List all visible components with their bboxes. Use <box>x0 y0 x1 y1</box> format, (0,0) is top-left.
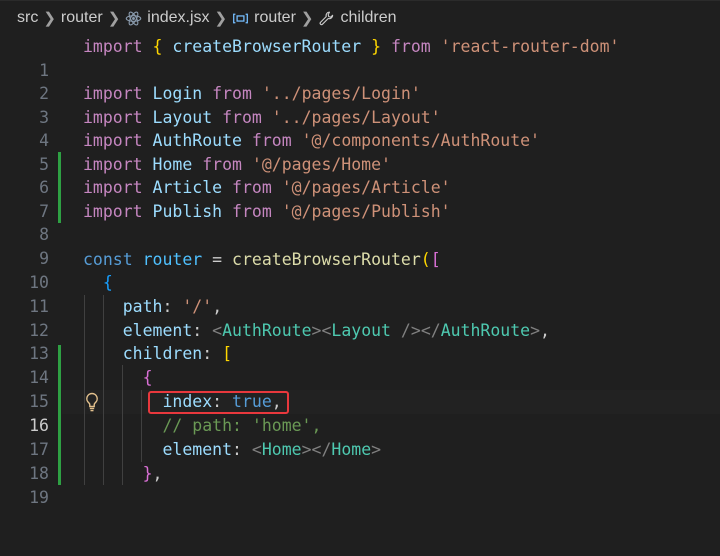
breadcrumb-item-children[interactable]: children <box>318 9 397 27</box>
chevron-right-icon: ❯ <box>300 10 314 27</box>
code-text: path: '/', <box>122 297 223 316</box>
variable-icon <box>233 13 249 23</box>
wrench-icon <box>320 11 334 25</box>
breadcrumb: src ❯ router ❯ index.jsx ❯ router ❯ chil… <box>0 0 720 36</box>
chevron-right-icon: ❯ <box>214 10 228 27</box>
code-text: import { createBrowserRouter } from 'rea… <box>83 37 620 56</box>
code-text: import Publish from '@/pages/Publish' <box>83 201 451 221</box>
code-line[interactable]: 2 <box>0 59 720 103</box>
code-line[interactable]: 19 }, <box>0 462 720 507</box>
code-text: children: [ <box>122 344 233 363</box>
code-line[interactable]: 5 import AuthRoute from '@/components/Au… <box>0 129 720 174</box>
line-number: 19 <box>29 487 49 507</box>
code-text: import Login from '../pages/Login' <box>83 84 421 103</box>
annotation-highlight-box <box>148 391 289 414</box>
code-text: element: <Home></Home> <box>162 440 382 459</box>
breadcrumb-label: router <box>254 9 296 26</box>
breadcrumb-label: router <box>60 9 103 26</box>
code-text: import Home from '@/pages/Home' <box>83 154 391 174</box>
code-line[interactable]: 12 path: '/', <box>0 295 720 340</box>
code-line[interactable]: 13 element: <AuthRoute><Layout /></AuthR… <box>0 319 720 364</box>
breadcrumb-label: src <box>17 9 39 26</box>
breadcrumb-item-router-symbol[interactable]: router <box>232 9 296 27</box>
code-line[interactable]: 9 <box>0 223 720 268</box>
code-line[interactable]: 3 import Login from '../pages/Login' <box>0 82 720 127</box>
code-line[interactable]: 1 import { createBrowserRouter } from 'r… <box>0 35 720 80</box>
code-line[interactable]: 17 // path: 'home', <box>0 414 720 459</box>
breadcrumb-label: index.jsx <box>147 9 210 26</box>
code-line[interactable]: 7 import Article from '@/pages/Article' <box>0 176 720 221</box>
code-line[interactable]: 4 import Layout from '../pages/Layout' <box>0 106 720 151</box>
code-line[interactable]: 15 { <box>0 366 720 411</box>
breadcrumb-item-index-jsx[interactable]: index.jsx <box>125 9 210 27</box>
code-text: import AuthRoute from '@/components/Auth… <box>83 131 540 150</box>
code-text: import Article from '@/pages/Article' <box>83 178 451 197</box>
code-line[interactable]: 8 import Publish from '@/pages/Publish' <box>0 200 720 245</box>
breadcrumb-item-src[interactable]: src <box>17 9 38 27</box>
code-text: }, <box>142 464 163 483</box>
code-text: // path: 'home', <box>162 416 322 435</box>
code-editor[interactable]: src ❯ router ❯ index.jsx ❯ router ❯ chil… <box>0 0 720 507</box>
chevron-right-icon: ❯ <box>107 10 121 27</box>
breadcrumb-label: children <box>340 9 397 26</box>
code-line[interactable]: 6 import Home from '@/pages/Home' <box>0 153 720 198</box>
code-text: { <box>142 368 153 387</box>
code-line[interactable]: 14 children: [ <box>0 342 720 387</box>
code-text: import Layout from '../pages/Layout' <box>83 107 441 127</box>
code-line[interactable]: 18 element: <Home></Home> <box>0 438 720 483</box>
lightbulb-icon[interactable] <box>84 392 100 412</box>
code-text: const router = createBrowserRouter([ <box>83 249 441 269</box>
code-text: { <box>102 273 113 292</box>
code-text: element: <AuthRoute><Layout /></AuthRout… <box>122 320 550 340</box>
code-line-active[interactable]: 16 index: true, <box>0 390 720 435</box>
code-line[interactable]: 10 const router = createBrowserRouter([ <box>0 248 720 293</box>
chevron-right-icon: ❯ <box>43 10 56 27</box>
code-line[interactable]: 11 { <box>0 271 720 316</box>
breadcrumb-item-router-folder[interactable]: router <box>61 9 103 27</box>
react-icon <box>126 11 142 25</box>
